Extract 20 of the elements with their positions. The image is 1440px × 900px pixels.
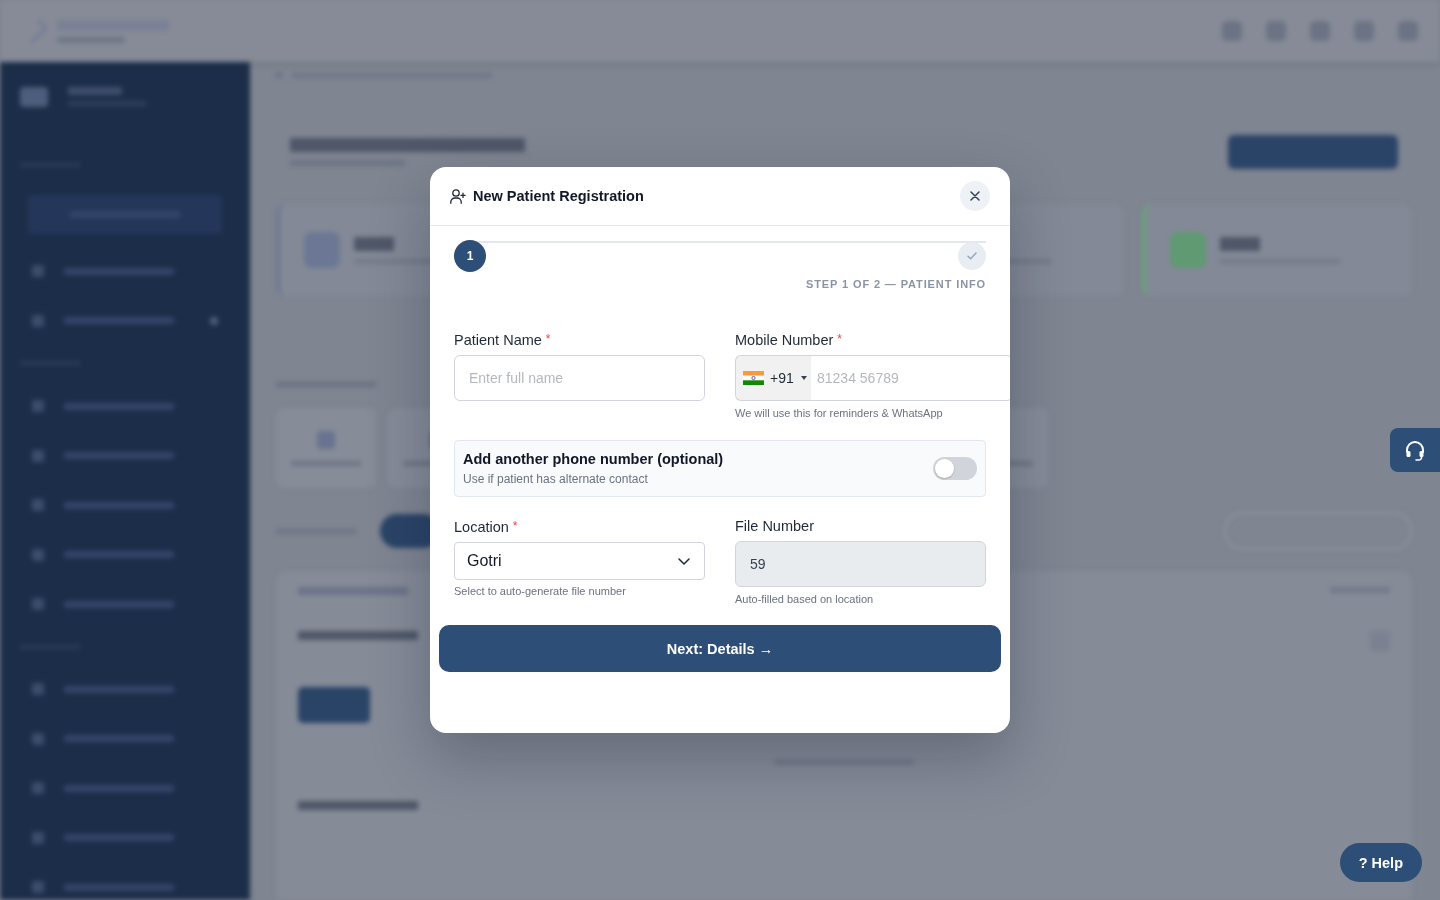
- headset-icon: [1404, 439, 1426, 461]
- support-button[interactable]: [1390, 428, 1440, 472]
- field-label: File Number: [735, 517, 814, 535]
- toggle-switch[interactable]: [933, 457, 977, 480]
- option-title: Add another phone number (optional): [463, 450, 724, 468]
- field-hint: Select to auto-generate file number: [454, 584, 626, 598]
- close-icon: [970, 191, 980, 201]
- close-button[interactable]: [960, 181, 990, 211]
- chevron-down-icon: [678, 557, 690, 565]
- field-hint: We will use this for reminders & WhatsApp: [735, 406, 943, 420]
- step-indicator: 1: [454, 240, 486, 272]
- step-caption: STEP 1 OF 2 — PATIENT INFO: [806, 277, 986, 291]
- text-input-field[interactable]: Enter full name: [454, 355, 705, 401]
- user-plus-icon: [450, 188, 466, 204]
- option-description: Use if patient has alternate contact: [463, 471, 648, 487]
- check-icon: [967, 252, 977, 260]
- field-hint: Auto-filled based on location: [735, 592, 874, 606]
- next-button[interactable]: Next: Details →: [439, 625, 1001, 672]
- dialog-title: New Patient Registration: [473, 188, 645, 204]
- location-select[interactable]: Gotri: [454, 542, 705, 580]
